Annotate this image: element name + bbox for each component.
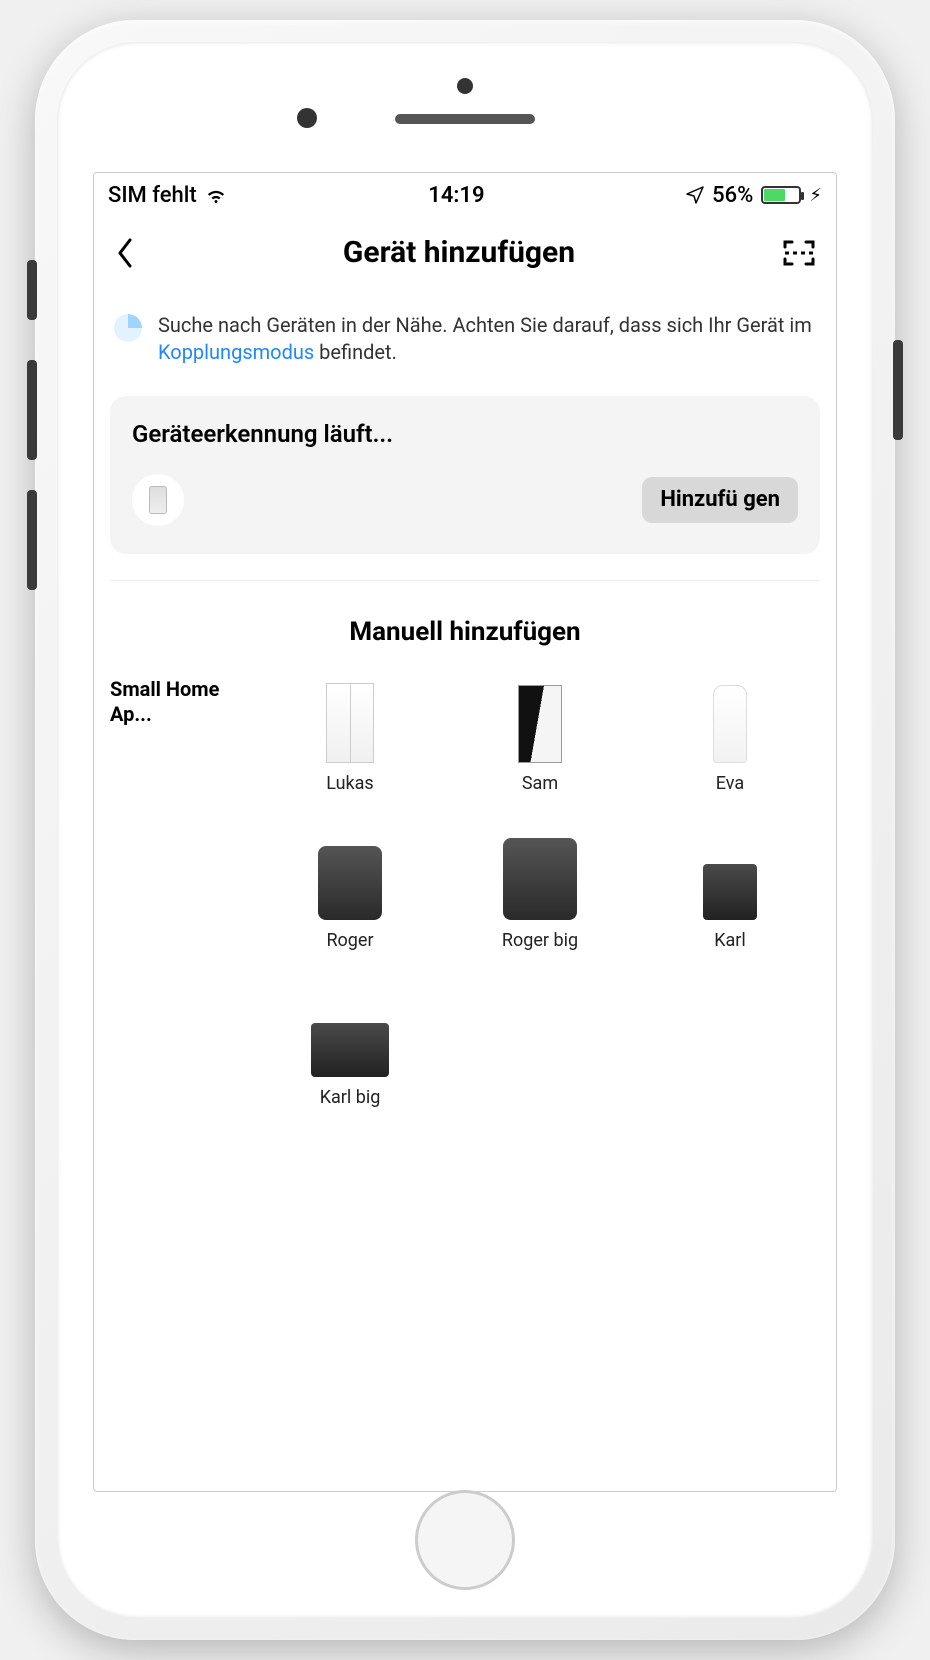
location-icon <box>686 186 704 204</box>
pairing-mode-link[interactable]: Kopplungsmodus <box>158 340 314 364</box>
volume-up-button <box>27 360 37 460</box>
device-item-roger[interactable]: Roger <box>260 834 440 951</box>
device-label: Sam <box>522 773 558 794</box>
status-bar: SIM fehlt 14:19 56% ⚡︎ <box>94 173 836 217</box>
battery-pct-label: 56% <box>712 183 753 208</box>
device-icon <box>703 834 757 920</box>
mute-switch <box>27 260 37 320</box>
device-label: Karl <box>714 930 746 951</box>
detected-device-icon[interactable] <box>132 474 184 526</box>
manual-section-title: Manuell hinzufügen <box>94 617 836 647</box>
device-label: Eva <box>716 773 744 794</box>
scan-button[interactable] <box>782 238 816 268</box>
power-button <box>893 340 903 440</box>
carrier-label: SIM fehlt <box>108 183 197 208</box>
info-text-after: befindet. <box>314 340 397 364</box>
page-title: Gerät hinzufügen <box>343 235 575 270</box>
section-divider <box>110 580 820 581</box>
info-text-before: Suche nach Geräten in der Nähe. Achten S… <box>158 313 812 337</box>
phone-frame: SIM fehlt 14:19 56% ⚡︎ <box>35 20 895 1640</box>
phone-bezel: SIM fehlt 14:19 56% ⚡︎ <box>57 42 873 1618</box>
add-device-button[interactable]: Hinzufü gen <box>642 477 798 523</box>
device-icon <box>318 834 382 920</box>
back-button[interactable] <box>114 236 136 270</box>
volume-down-button <box>27 490 37 590</box>
device-item-eva[interactable]: Eva <box>640 677 820 794</box>
device-label: Roger big <box>502 930 578 951</box>
clock-label: 14:19 <box>428 183 484 208</box>
device-icon <box>311 991 389 1077</box>
device-item-karl[interactable]: Karl <box>640 834 820 951</box>
charging-icon: ⚡︎ <box>809 185 822 206</box>
header: Gerät hinzufügen <box>94 217 836 288</box>
battery-icon <box>761 186 801 204</box>
wifi-icon <box>205 186 227 204</box>
device-label: Karl big <box>320 1087 381 1108</box>
device-label: Roger <box>326 930 373 951</box>
devices-area: Small Home Ap... Lukas Sam Eva Roger Roger b… <box>94 647 836 1108</box>
device-item-roger-big[interactable]: Roger big <box>450 834 630 951</box>
device-icon <box>503 834 577 920</box>
device-icon <box>713 677 747 763</box>
device-icon <box>518 677 562 763</box>
searching-spinner-icon <box>114 314 142 342</box>
device-item-sam[interactable]: Sam <box>450 677 630 794</box>
detection-title: Geräteerkennung läuft... <box>132 420 798 448</box>
info-text: Suche nach Geräten in der Nähe. Achten S… <box>158 312 816 366</box>
device-item-karl-big[interactable]: Karl big <box>260 991 440 1108</box>
proximity-sensor-icon <box>297 108 317 128</box>
front-camera-icon <box>457 78 473 94</box>
device-icon <box>326 677 374 763</box>
device-label: Lukas <box>326 773 373 794</box>
info-banner: Suche nach Geräten in der Nähe. Achten S… <box>94 288 836 376</box>
detection-card: Geräteerkennung läuft... Hinzufü gen <box>110 396 820 554</box>
speaker-grille <box>395 114 535 124</box>
screen: SIM fehlt 14:19 56% ⚡︎ <box>93 172 837 1492</box>
home-button[interactable] <box>415 1490 515 1590</box>
device-grid: Lukas Sam Eva Roger Roger big Karl Karl big <box>260 677 820 1108</box>
device-item-lukas[interactable]: Lukas <box>260 677 440 794</box>
category-label[interactable]: Small Home Ap... <box>110 677 250 1108</box>
